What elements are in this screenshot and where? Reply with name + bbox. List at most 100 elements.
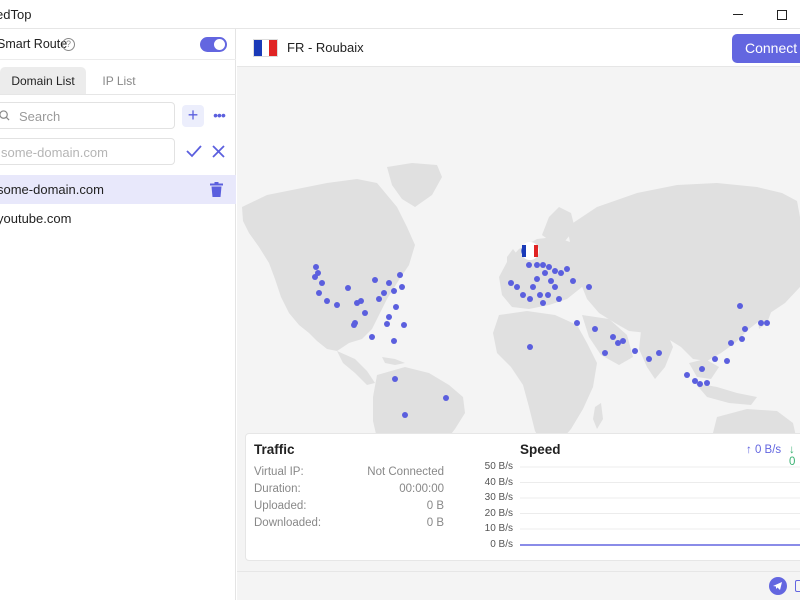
minimize-button[interactable] [715,0,761,29]
server-location-dot[interactable] [386,314,392,320]
list-tabs: Domain List IP List [0,67,236,95]
server-location-dot[interactable] [530,284,536,290]
domain-input[interactable]: some-domain.com [0,138,175,165]
server-location-dot[interactable] [534,262,540,268]
server-location-dot[interactable] [399,284,405,290]
toggle-knob [214,39,225,50]
server-location-dot[interactable] [712,356,718,362]
server-location-dot[interactable] [546,264,552,270]
server-location-dot[interactable] [758,320,764,326]
add-domain-button[interactable]: + [182,105,204,127]
france-flag-icon [253,39,278,57]
more-options-button[interactable]: ••• [209,105,229,127]
check-icon[interactable] [185,141,203,161]
stat-label: Duration: [254,483,301,495]
server-location-dot[interactable] [526,262,532,268]
server-location-dot[interactable] [401,322,407,328]
server-location-dot[interactable] [692,378,698,384]
server-name[interactable]: FR - Roubaix [287,40,364,55]
server-location-dot[interactable] [508,280,514,286]
speed-tick: 50 B/s [484,461,513,472]
server-location-dot[interactable] [362,310,368,316]
server-location-dot[interactable] [646,356,652,362]
server-location-dot[interactable] [728,340,734,346]
server-location-dot[interactable] [548,278,554,284]
server-location-dot[interactable] [319,280,325,286]
tab-ip-list[interactable]: IP List [86,67,152,95]
server-location-dot[interactable] [372,277,378,283]
server-location-dot[interactable] [540,262,546,268]
server-location-dot[interactable] [386,280,392,286]
server-location-dot[interactable] [656,350,662,356]
server-location-dot[interactable] [397,272,403,278]
search-input[interactable]: Search [0,102,175,129]
server-location-dot[interactable] [699,366,705,372]
server-location-dot[interactable] [764,320,770,326]
server-location-dot[interactable] [545,292,551,298]
stat-label: Downloaded: [254,517,322,529]
server-location-dot[interactable] [369,334,375,340]
server-location-dot[interactable] [527,344,533,350]
server-location-dot[interactable] [402,412,408,418]
server-location-dot[interactable] [324,298,330,304]
list-item[interactable]: some-domain.com [0,175,236,204]
server-location-dot[interactable] [334,302,340,308]
question-circle-icon[interactable]: ? [62,38,75,51]
server-location-dot[interactable] [542,270,548,276]
server-location-dot[interactable] [393,304,399,310]
server-location-dot[interactable] [704,380,710,386]
server-location-dot[interactable] [570,278,576,284]
server-location-dot[interactable] [514,284,520,290]
telegram-icon[interactable] [769,577,787,595]
speed-tick: 30 B/s [484,492,513,503]
server-location-dot[interactable] [352,320,358,326]
server-location-dot[interactable] [620,338,626,344]
server-location-dot[interactable] [564,266,570,272]
server-location-dot[interactable] [742,326,748,332]
server-location-dot[interactable] [391,288,397,294]
server-location-dot[interactable] [345,285,351,291]
close-icon[interactable] [210,141,228,161]
server-location-dot[interactable] [586,284,592,290]
server-location-dot[interactable] [556,296,562,302]
server-location-dot[interactable] [632,348,638,354]
server-location-dot[interactable] [391,338,397,344]
server-location-dot[interactable] [558,270,564,276]
server-location-dot[interactable] [737,303,743,309]
stat-value: Not Connected [367,466,444,478]
maximize-button[interactable] [759,0,800,29]
server-location-dot[interactable] [376,296,382,302]
server-location-dot[interactable] [610,334,616,340]
trash-icon[interactable] [210,182,223,197]
server-location-dot[interactable] [739,336,745,342]
server-location-dot[interactable] [313,264,319,270]
smart-route-label: Smart Route [0,37,68,51]
server-location-dot[interactable] [354,300,360,306]
server-location-dot[interactable] [592,326,598,332]
server-location-dot[interactable] [381,290,387,296]
stat-label: Uploaded: [254,500,307,512]
stat-row-duration: Duration: 00:00:00 [254,483,444,499]
connect-button[interactable]: Connect [732,34,800,63]
server-location-dot[interactable] [443,395,449,401]
server-location-dot[interactable] [312,274,318,280]
server-location-dot[interactable] [574,320,580,326]
server-location-dot[interactable] [552,284,558,290]
server-location-dot[interactable] [684,372,690,378]
server-location-dot[interactable] [384,321,390,327]
server-location-dot[interactable] [552,268,558,274]
server-location-dot[interactable] [697,381,703,387]
smart-route-toggle[interactable] [200,37,227,52]
server-location-dot[interactable] [534,276,540,282]
server-location-dot[interactable] [540,300,546,306]
server-location-dot[interactable] [537,292,543,298]
server-location-dot[interactable] [392,376,398,382]
list-item[interactable]: youtube.com [0,204,236,233]
server-location-dot[interactable] [520,292,526,298]
server-location-dot[interactable] [527,296,533,302]
server-location-dot[interactable] [316,290,322,296]
server-location-dot[interactable] [602,350,608,356]
tab-domain-list[interactable]: Domain List [0,67,86,95]
server-location-dot[interactable] [724,358,730,364]
window-icon[interactable] [795,580,800,592]
